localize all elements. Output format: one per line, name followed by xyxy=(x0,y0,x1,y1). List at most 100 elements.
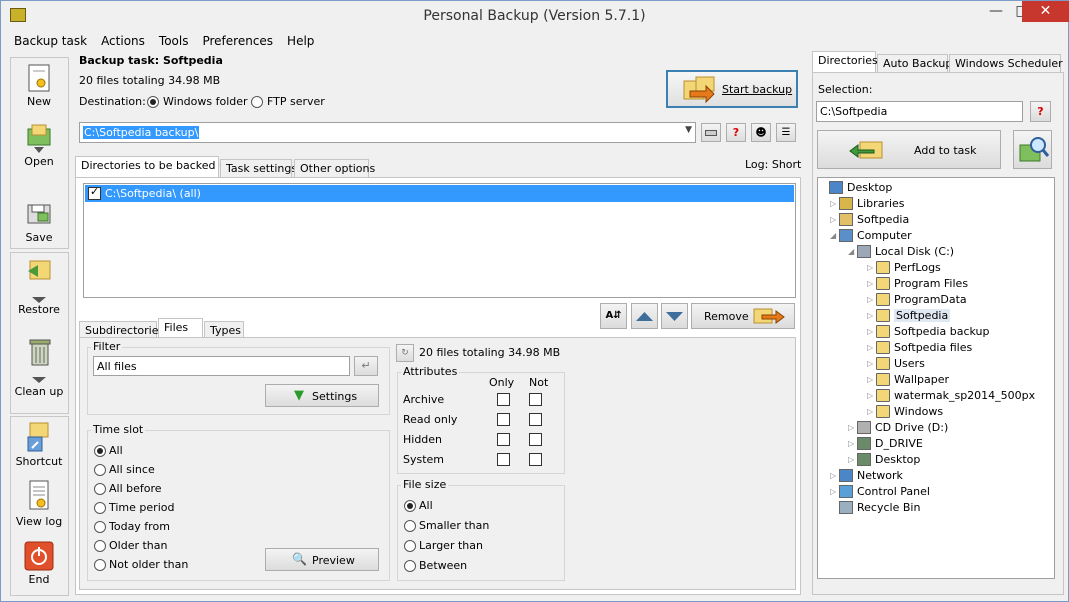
user-button[interactable]: ☻ xyxy=(751,123,771,142)
tree-expand-icon[interactable]: ▷ xyxy=(830,487,837,496)
tab-files[interactable]: Files xyxy=(158,318,203,339)
tree-node[interactable]: ◢ Computer xyxy=(818,228,1054,244)
timeslot-radio[interactable] xyxy=(94,483,106,495)
shortcut-button[interactable]: Shortcut xyxy=(12,421,66,468)
new-button[interactable]: New xyxy=(12,63,66,108)
tab-directories-browser[interactable]: Directories xyxy=(812,51,878,72)
attribute-not-checkbox[interactable] xyxy=(529,433,542,446)
dest-windows-radio[interactable] xyxy=(147,96,159,108)
tree-expand-icon[interactable]: ▷ xyxy=(848,423,855,432)
timeslot-radio[interactable] xyxy=(94,445,106,457)
tree-expand-icon[interactable]: ▷ xyxy=(867,327,874,336)
restore-button[interactable]: Restore xyxy=(12,257,66,316)
dir-item-checkbox[interactable]: ✓ xyxy=(88,185,101,200)
chevron-down-icon[interactable]: ▼ xyxy=(685,125,692,135)
timeslot-radio[interactable] xyxy=(94,502,106,514)
tree-expand-icon[interactable]: ▷ xyxy=(867,295,874,304)
close-button[interactable]: ✕ xyxy=(1022,1,1069,22)
tree-node[interactable]: ▷ Windows xyxy=(818,404,1054,420)
filter-settings-button[interactable]: ▼ Settings xyxy=(265,384,379,407)
attribute-not-checkbox[interactable] xyxy=(529,413,542,426)
dest-ftp-radio[interactable] xyxy=(251,96,263,108)
remove-button[interactable]: Remove xyxy=(691,303,795,329)
tab-task-settings[interactable]: Task settings xyxy=(220,159,297,177)
filesize-radio[interactable] xyxy=(404,500,416,512)
menu-actions[interactable]: Actions xyxy=(94,33,152,49)
tree-node[interactable]: ▷ CD Drive (D:) xyxy=(818,420,1054,436)
filesize-radio[interactable] xyxy=(404,520,416,532)
tree-node[interactable]: ▷ Control Panel xyxy=(818,484,1054,500)
tree-node[interactable]: Recycle Bin xyxy=(818,500,1054,516)
filter-input[interactable]: All files xyxy=(93,356,350,376)
tree-node[interactable]: ▷ Program Files xyxy=(818,276,1054,292)
add-to-task-button[interactable]: Add to task xyxy=(817,130,1001,169)
tree-expand-icon[interactable]: ▷ xyxy=(848,439,855,448)
attribute-only-checkbox[interactable] xyxy=(497,393,510,406)
minimize-button[interactable]: — xyxy=(983,1,1009,22)
tree-expand-icon[interactable]: ▷ xyxy=(867,359,874,368)
end-button[interactable]: End xyxy=(12,541,66,586)
tree-node[interactable]: Desktop xyxy=(818,180,1054,196)
tree-node[interactable]: ▷ Network xyxy=(818,468,1054,484)
menu-backup-task[interactable]: Backup task xyxy=(7,33,94,49)
preview-button[interactable]: 🔍 Preview xyxy=(265,548,379,571)
tree-expand-icon[interactable]: ▷ xyxy=(867,311,874,320)
attribute-not-checkbox[interactable] xyxy=(529,393,542,406)
timeslot-radio[interactable] xyxy=(94,521,106,533)
menu-preferences[interactable]: Preferences xyxy=(195,33,280,49)
timeslot-radio[interactable] xyxy=(94,540,106,552)
tree-node[interactable]: ▷ Softpedia files xyxy=(818,340,1054,356)
attribute-not-checkbox[interactable] xyxy=(529,453,542,466)
save-button[interactable]: Save xyxy=(12,199,66,244)
filesize-radio[interactable] xyxy=(404,540,416,552)
tree-expand-icon[interactable]: ▷ xyxy=(830,215,837,224)
tree-collapse-icon[interactable]: ◢ xyxy=(830,231,837,240)
tree-node[interactable]: ▷ Libraries xyxy=(818,196,1054,212)
search-folder-button[interactable] xyxy=(1013,130,1052,169)
list-item[interactable]: ✓ C:\Softpedia\ (all) xyxy=(85,185,794,202)
folder-tree[interactable]: Desktop ▷ Libraries ▷ Softpedia ◢ Computer ◢ Loc… xyxy=(817,177,1055,579)
tree-options-button[interactable]: ☰ xyxy=(776,123,796,142)
attribute-only-checkbox[interactable] xyxy=(497,433,510,446)
tree-expand-icon[interactable]: ▷ xyxy=(867,407,874,416)
open-button[interactable]: Open xyxy=(12,123,66,168)
tree-expand-icon[interactable]: ▷ xyxy=(848,455,855,464)
tree-node[interactable]: ▷ PerfLogs xyxy=(818,260,1054,276)
filter-apply-button[interactable]: ↵ xyxy=(354,356,378,376)
cleanup-button[interactable]: Clean up xyxy=(12,337,66,398)
destination-path-combo[interactable]: C:\Softpedia backup\ ▼ xyxy=(79,122,696,143)
drive-button[interactable] xyxy=(701,123,721,142)
menu-tools[interactable]: Tools xyxy=(152,33,196,49)
tree-node[interactable]: ▷ Wallpaper xyxy=(818,372,1054,388)
menu-help[interactable]: Help xyxy=(280,33,321,49)
attribute-only-checkbox[interactable] xyxy=(497,453,510,466)
tree-collapse-icon[interactable]: ◢ xyxy=(848,247,855,256)
tree-node[interactable]: ◢ Local Disk (C:) xyxy=(818,244,1054,260)
timeslot-radio[interactable] xyxy=(94,464,106,476)
sort-button[interactable]: A⇵ xyxy=(600,303,627,329)
tree-node[interactable]: ▷ Softpedia xyxy=(818,212,1054,228)
start-backup-button[interactable]: Start backup xyxy=(666,70,798,108)
timeslot-radio[interactable] xyxy=(94,559,106,571)
tree-node[interactable]: ▷ ProgramData xyxy=(818,292,1054,308)
move-up-button[interactable] xyxy=(631,303,658,329)
tree-expand-icon[interactable]: ▷ xyxy=(867,391,874,400)
filesize-radio[interactable] xyxy=(404,560,416,572)
tab-auto-backup[interactable]: Auto Backup xyxy=(877,54,952,72)
tree-node[interactable]: ▷ Users xyxy=(818,356,1054,372)
tree-node[interactable]: ▷ Desktop xyxy=(818,452,1054,468)
attribute-only-checkbox[interactable] xyxy=(497,413,510,426)
refresh-button[interactable]: ↻ xyxy=(396,344,414,362)
tree-expand-icon[interactable]: ▷ xyxy=(830,199,837,208)
selection-input[interactable]: C:\Softpedia xyxy=(816,101,1023,122)
tab-other-options[interactable]: Other options xyxy=(294,159,375,177)
tree-node[interactable]: ▷ Softpedia backup xyxy=(818,324,1054,340)
tree-expand-icon[interactable]: ▷ xyxy=(867,343,874,352)
tree-expand-icon[interactable]: ▷ xyxy=(867,375,874,384)
tree-node[interactable]: ▷ watermak_sp2014_500px xyxy=(818,388,1054,404)
tab-windows-scheduler[interactable]: Windows Scheduler xyxy=(949,54,1063,72)
help-button[interactable]: ? xyxy=(726,123,746,142)
tree-node[interactable]: ▷ Softpedia xyxy=(818,308,1054,324)
view-log-button[interactable]: View log xyxy=(12,479,66,528)
tree-expand-icon[interactable]: ▷ xyxy=(867,279,874,288)
